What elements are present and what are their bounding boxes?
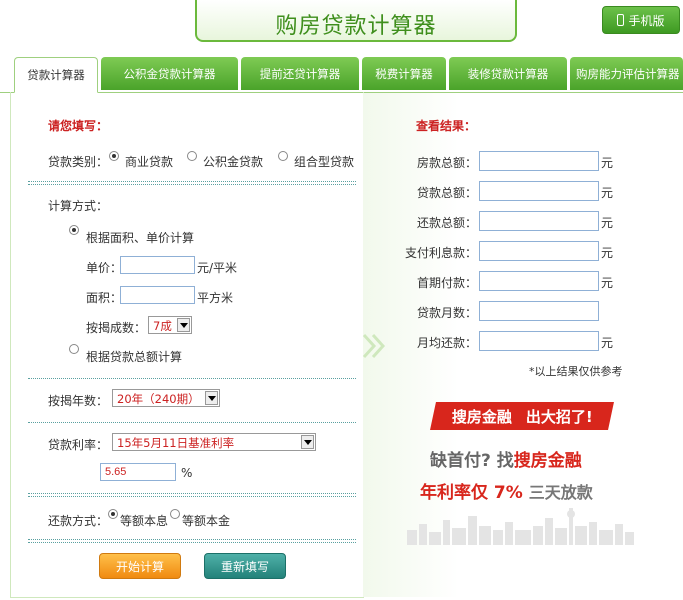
method-area-radio[interactable] bbox=[69, 225, 79, 235]
tab-label: 税费计算器 bbox=[375, 66, 433, 81]
years-label: 按揭年数： bbox=[48, 394, 109, 408]
form-heading: 请您填写： bbox=[48, 119, 109, 133]
area-input[interactable] bbox=[120, 286, 195, 304]
result-monthly-payment-label: 月均还款： bbox=[416, 336, 477, 350]
years-value: 20年（240期） bbox=[117, 392, 200, 406]
result-down-payment-label: 首期付款： bbox=[416, 276, 477, 290]
results-heading: 查看结果： bbox=[416, 119, 477, 133]
rate-percent-input[interactable] bbox=[100, 463, 176, 481]
result-interest-label: 支付利息款： bbox=[404, 246, 477, 260]
unit-price-unit: 元/平米 bbox=[197, 261, 238, 275]
loan-type-label: 贷款类别： bbox=[48, 155, 109, 169]
city-skyline-icon bbox=[407, 508, 634, 545]
result-unit: 元 bbox=[601, 336, 614, 350]
dropdown-arrow-icon bbox=[177, 318, 190, 332]
loan-type-provident-radio[interactable] bbox=[187, 151, 197, 161]
tab-tax-calculator[interactable]: 税费计算器 bbox=[362, 57, 446, 90]
repay-label: 还款方式： bbox=[48, 514, 109, 528]
promo-banner-left: 搜房金融 bbox=[451, 407, 512, 426]
tab-provident-fund-calculator[interactable]: 公积金贷款计算器 bbox=[101, 57, 238, 90]
loan-type-combined-label: 组合型贷款 bbox=[294, 155, 355, 169]
rate-select[interactable]: 15年5月11日基准利率 bbox=[112, 433, 316, 451]
divider bbox=[28, 496, 356, 497]
result-unit: 元 bbox=[601, 186, 614, 200]
page-title: 购房贷款计算器 bbox=[275, 14, 437, 39]
tab-prepayment-calculator[interactable]: 提前还贷计算器 bbox=[241, 57, 359, 90]
divider bbox=[28, 184, 356, 185]
tab-label: 公积金贷款计算器 bbox=[123, 66, 216, 81]
rate-label: 贷款利率： bbox=[48, 438, 109, 452]
mortgage-ratio-value: 7成 bbox=[153, 319, 172, 333]
promo-banner-right: 出大招了! bbox=[525, 407, 593, 426]
result-down-payment-field[interactable] bbox=[479, 271, 599, 291]
phone-icon bbox=[617, 14, 625, 26]
result-repay-total-field[interactable] bbox=[479, 211, 599, 231]
reset-button[interactable]: 重新填写 bbox=[204, 553, 286, 579]
tab-label: 贷款计算器 bbox=[27, 68, 85, 82]
calc-method-label: 计算方式： bbox=[48, 199, 109, 213]
loan-type-combined-radio[interactable] bbox=[278, 151, 288, 161]
calculator-tabs: 贷款计算器 公积金贷款计算器 提前还贷计算器 税费计算器 装修贷款计算器 购房能… bbox=[0, 57, 683, 93]
unit-price-input[interactable] bbox=[120, 256, 195, 274]
result-unit: 元 bbox=[601, 216, 614, 230]
mortgage-ratio-label: 按揭成数： bbox=[86, 321, 147, 335]
unit-price-label: 单价： bbox=[86, 261, 123, 275]
promo-text: 缺首付? bbox=[430, 451, 491, 471]
result-unit: 元 bbox=[601, 276, 614, 290]
result-loan-total-label: 贷款总额： bbox=[416, 186, 477, 200]
method-total-radio[interactable] bbox=[69, 344, 79, 354]
tab-label: 购房能力评估计算器 bbox=[576, 66, 680, 81]
loan-type-commercial-label: 商业贷款 bbox=[125, 155, 174, 169]
method-area-label: 根据面积、单价计算 bbox=[86, 231, 195, 245]
tab-label: 提前还贷计算器 bbox=[259, 66, 341, 81]
mobile-version-button[interactable]: 手机版 bbox=[602, 6, 680, 34]
rate-value: 15年5月11日基准利率 bbox=[117, 436, 235, 450]
result-months-label: 贷款月数： bbox=[416, 306, 477, 320]
divider bbox=[28, 378, 356, 379]
double-chevron-right-icon bbox=[362, 333, 386, 359]
promo-text-highlight: 搜房金融 bbox=[513, 451, 582, 471]
result-unit: 元 bbox=[601, 156, 614, 170]
repay-equal-installment-label: 等额本息 bbox=[120, 514, 169, 528]
area-unit: 平方米 bbox=[197, 291, 234, 305]
result-repay-total-label: 还款总额： bbox=[416, 216, 477, 230]
loan-type-commercial-radio[interactable] bbox=[109, 151, 119, 161]
repay-equal-installment-radio[interactable] bbox=[108, 509, 118, 519]
tab-renovation-loan-calculator[interactable]: 装修贷款计算器 bbox=[449, 57, 567, 90]
repay-equal-principal-radio[interactable] bbox=[170, 509, 180, 519]
result-house-total-label: 房款总额： bbox=[416, 156, 477, 170]
divider bbox=[28, 422, 356, 423]
promo-text: 找 bbox=[496, 451, 514, 471]
result-loan-total-field[interactable] bbox=[479, 181, 599, 201]
calculate-button[interactable]: 开始计算 bbox=[99, 553, 181, 579]
dropdown-arrow-icon bbox=[205, 391, 218, 405]
tab-affordability-calculator[interactable]: 购房能力评估计算器 bbox=[570, 57, 683, 90]
tab-label: 装修贷款计算器 bbox=[467, 66, 549, 81]
tab-loan-calculator[interactable]: 贷款计算器 bbox=[14, 57, 98, 93]
result-monthly-payment-field[interactable] bbox=[479, 331, 599, 351]
result-interest-field[interactable] bbox=[479, 241, 599, 261]
results-note: *以上结果仅供参考 bbox=[529, 365, 623, 378]
years-select[interactable]: 20年（240期） bbox=[112, 389, 220, 407]
page-title-box: 购房贷款计算器 bbox=[195, 0, 517, 42]
divider bbox=[28, 539, 356, 540]
result-unit: 元 bbox=[601, 246, 614, 260]
rate-percent-unit: % bbox=[181, 466, 193, 480]
dropdown-arrow-icon bbox=[301, 435, 314, 449]
promo-line-2: 缺首付? 找搜房金融 bbox=[430, 446, 582, 471]
divider bbox=[28, 542, 356, 543]
promo-banner[interactable]: 搜房金融 出大招了! bbox=[430, 402, 614, 430]
result-months-field[interactable] bbox=[479, 301, 599, 321]
area-label: 面积： bbox=[86, 291, 123, 305]
divider bbox=[28, 181, 356, 182]
repay-equal-principal-label: 等额本金 bbox=[182, 514, 231, 528]
loan-type-provident-label: 公积金贷款 bbox=[203, 155, 264, 169]
result-house-total-field[interactable] bbox=[479, 151, 599, 171]
mortgage-ratio-select[interactable]: 7成 bbox=[148, 316, 192, 334]
method-total-label: 根据贷款总额计算 bbox=[86, 350, 183, 364]
mobile-version-label: 手机版 bbox=[628, 13, 665, 28]
divider bbox=[28, 493, 356, 494]
